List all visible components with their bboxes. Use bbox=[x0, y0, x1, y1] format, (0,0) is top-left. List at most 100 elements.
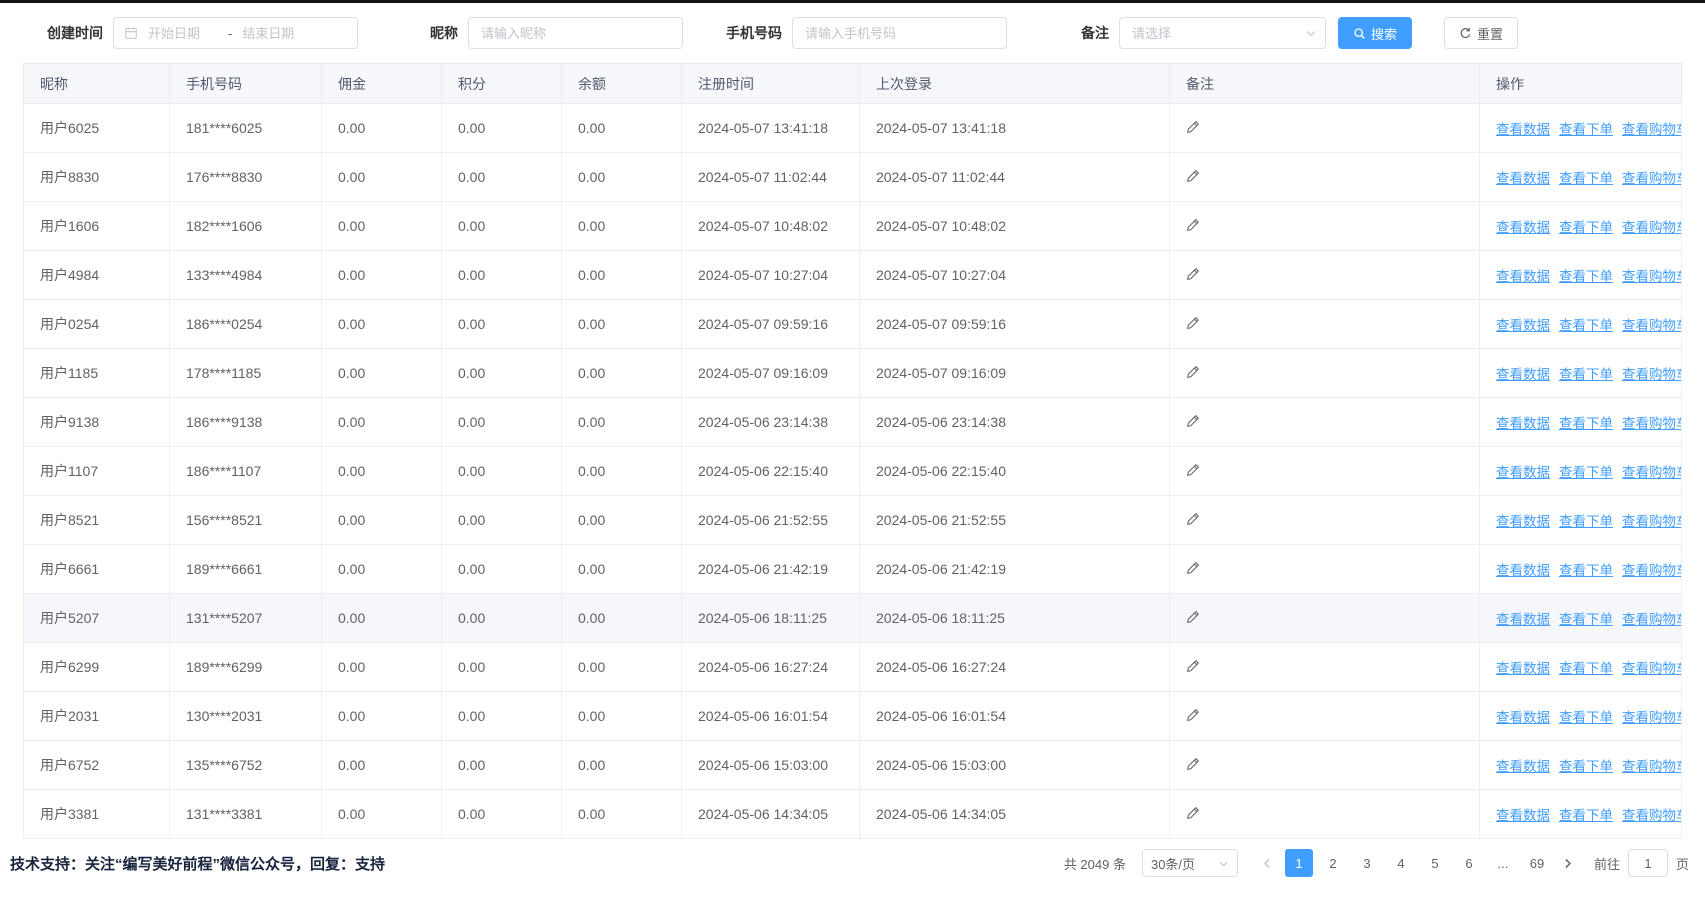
row-actions: 查看数据查看下单查看购物车 bbox=[1496, 755, 1665, 775]
table-row: 用户2031 130****2031 0.00 0.00 0.00 2024-0… bbox=[24, 692, 1682, 741]
pagination-more-button[interactable]: ... bbox=[1489, 849, 1517, 877]
date-separator: - bbox=[228, 26, 232, 41]
edit-remark-icon[interactable] bbox=[1186, 365, 1200, 379]
edit-remark-icon[interactable] bbox=[1186, 218, 1200, 232]
end-date-input[interactable] bbox=[240, 25, 314, 42]
edit-remark-icon[interactable] bbox=[1186, 806, 1200, 820]
cell-remark bbox=[1170, 202, 1480, 251]
remark-select-input[interactable] bbox=[1119, 17, 1326, 49]
action-link[interactable]: 查看购物车 bbox=[1622, 706, 1682, 726]
cell-phone: 133****4984 bbox=[170, 251, 322, 300]
action-link[interactable]: 查看下单 bbox=[1559, 363, 1613, 383]
action-link[interactable]: 查看下单 bbox=[1559, 314, 1613, 334]
page-button-1[interactable]: 1 bbox=[1285, 849, 1313, 877]
action-link[interactable]: 查看下单 bbox=[1559, 216, 1613, 236]
action-link[interactable]: 查看购物车 bbox=[1622, 363, 1682, 383]
phone-input[interactable] bbox=[792, 17, 1007, 49]
action-link[interactable]: 查看数据 bbox=[1496, 314, 1550, 334]
search-button[interactable]: 搜索 bbox=[1338, 17, 1412, 49]
action-link[interactable]: 查看购物车 bbox=[1622, 314, 1682, 334]
chevron-right-icon bbox=[1561, 857, 1574, 870]
remark-label: 备注 bbox=[1081, 23, 1109, 43]
page-button-3[interactable]: 3 bbox=[1353, 849, 1381, 877]
action-link[interactable]: 查看数据 bbox=[1496, 510, 1550, 530]
action-link[interactable]: 查看数据 bbox=[1496, 167, 1550, 187]
cell-points: 0.00 bbox=[442, 643, 562, 692]
action-link[interactable]: 查看购物车 bbox=[1622, 608, 1682, 628]
edit-remark-icon[interactable] bbox=[1186, 316, 1200, 330]
cell-remark bbox=[1170, 349, 1480, 398]
action-link[interactable]: 查看购物车 bbox=[1622, 804, 1682, 824]
goto-page: 前往 页 bbox=[1594, 849, 1689, 877]
edit-remark-icon[interactable] bbox=[1186, 120, 1200, 134]
action-link[interactable]: 查看下单 bbox=[1559, 755, 1613, 775]
page-button-69[interactable]: 69 bbox=[1523, 849, 1551, 877]
edit-remark-icon[interactable] bbox=[1186, 610, 1200, 624]
action-link[interactable]: 查看下单 bbox=[1559, 559, 1613, 579]
page-button-2[interactable]: 2 bbox=[1319, 849, 1347, 877]
action-link[interactable]: 查看下单 bbox=[1559, 657, 1613, 677]
edit-remark-icon[interactable] bbox=[1186, 708, 1200, 722]
action-link[interactable]: 查看数据 bbox=[1496, 265, 1550, 285]
cell-balance: 0.00 bbox=[562, 300, 682, 349]
action-link[interactable]: 查看下单 bbox=[1559, 265, 1613, 285]
action-link[interactable]: 查看数据 bbox=[1496, 657, 1550, 677]
action-link[interactable]: 查看下单 bbox=[1559, 804, 1613, 824]
action-link[interactable]: 查看购物车 bbox=[1622, 657, 1682, 677]
cell-commission: 0.00 bbox=[322, 300, 442, 349]
action-link[interactable]: 查看购物车 bbox=[1622, 559, 1682, 579]
action-link[interactable]: 查看数据 bbox=[1496, 118, 1550, 138]
edit-remark-icon[interactable] bbox=[1186, 757, 1200, 771]
action-link[interactable]: 查看下单 bbox=[1559, 510, 1613, 530]
action-link[interactable]: 查看数据 bbox=[1496, 461, 1550, 481]
action-link[interactable]: 查看数据 bbox=[1496, 412, 1550, 432]
action-link[interactable]: 查看下单 bbox=[1559, 461, 1613, 481]
action-link[interactable]: 查看数据 bbox=[1496, 755, 1550, 775]
page-button-4[interactable]: 4 bbox=[1387, 849, 1415, 877]
action-link[interactable]: 查看数据 bbox=[1496, 608, 1550, 628]
start-date-input[interactable] bbox=[146, 25, 220, 42]
action-link[interactable]: 查看数据 bbox=[1496, 363, 1550, 383]
page-button-6[interactable]: 6 bbox=[1455, 849, 1483, 877]
action-link[interactable]: 查看购物车 bbox=[1622, 265, 1682, 285]
action-link[interactable]: 查看购物车 bbox=[1622, 118, 1682, 138]
action-link[interactable]: 查看数据 bbox=[1496, 559, 1550, 579]
cell-last-login: 2024-05-06 21:42:19 bbox=[860, 545, 1170, 594]
action-link[interactable]: 查看下单 bbox=[1559, 706, 1613, 726]
edit-remark-icon[interactable] bbox=[1186, 414, 1200, 428]
table-row: 用户5207 131****5207 0.00 0.00 0.00 2024-0… bbox=[24, 594, 1682, 643]
action-link[interactable]: 查看购物车 bbox=[1622, 510, 1682, 530]
page-size-select[interactable]: 30条/页 bbox=[1142, 849, 1238, 877]
action-link[interactable]: 查看购物车 bbox=[1622, 755, 1682, 775]
pagination-next-button[interactable] bbox=[1554, 849, 1582, 877]
action-link[interactable]: 查看数据 bbox=[1496, 706, 1550, 726]
action-link[interactable]: 查看购物车 bbox=[1622, 167, 1682, 187]
cell-balance: 0.00 bbox=[562, 594, 682, 643]
action-link[interactable]: 查看数据 bbox=[1496, 216, 1550, 236]
edit-remark-icon[interactable] bbox=[1186, 169, 1200, 183]
action-link[interactable]: 查看下单 bbox=[1559, 412, 1613, 432]
edit-remark-icon[interactable] bbox=[1186, 267, 1200, 281]
action-link[interactable]: 查看购物车 bbox=[1622, 461, 1682, 481]
cell-nickname: 用户0254 bbox=[24, 300, 170, 349]
action-link[interactable]: 查看下单 bbox=[1559, 608, 1613, 628]
action-link[interactable]: 查看数据 bbox=[1496, 804, 1550, 824]
edit-remark-icon[interactable] bbox=[1186, 659, 1200, 673]
action-link[interactable]: 查看下单 bbox=[1559, 118, 1613, 138]
pagination-prev-button[interactable] bbox=[1254, 849, 1282, 877]
edit-remark-icon[interactable] bbox=[1186, 512, 1200, 526]
reset-button[interactable]: 重置 bbox=[1444, 17, 1518, 49]
cell-nickname: 用户5207 bbox=[24, 594, 170, 643]
goto-page-input[interactable] bbox=[1628, 849, 1668, 877]
cell-nickname: 用户4984 bbox=[24, 251, 170, 300]
page-button-5[interactable]: 5 bbox=[1421, 849, 1449, 877]
action-link[interactable]: 查看购物车 bbox=[1622, 412, 1682, 432]
date-range-picker[interactable]: - bbox=[113, 17, 358, 49]
action-link[interactable]: 查看购物车 bbox=[1622, 216, 1682, 236]
edit-remark-icon[interactable] bbox=[1186, 463, 1200, 477]
action-link[interactable]: 查看下单 bbox=[1559, 167, 1613, 187]
edit-remark-icon[interactable] bbox=[1186, 561, 1200, 575]
nickname-input[interactable] bbox=[468, 17, 683, 49]
cell-points: 0.00 bbox=[442, 496, 562, 545]
remark-select[interactable] bbox=[1119, 17, 1326, 49]
